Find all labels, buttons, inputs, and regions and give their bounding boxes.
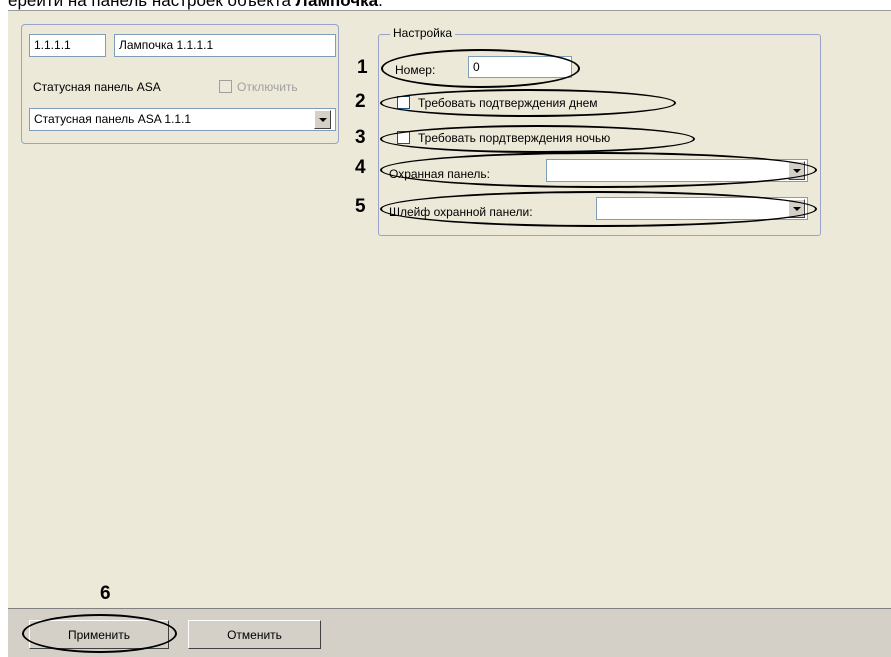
annotation-2: 2: [355, 91, 366, 112]
chevron-down-icon: [318, 117, 327, 122]
parent-panel-label: Статусная панель ASA: [33, 80, 161, 94]
parent-panel-select-value: Статусная панель ASA 1.1.1: [34, 112, 192, 126]
cancel-button[interactable]: Отменить: [188, 620, 321, 649]
disable-checkbox[interactable]: [219, 80, 232, 93]
number-input[interactable]: 0: [468, 56, 572, 78]
confirm-day-checkbox[interactable]: [397, 96, 410, 109]
annotation-5: 5: [355, 196, 366, 217]
security-panel-dropdown-button[interactable]: [788, 161, 805, 180]
loop-dropdown-button[interactable]: [788, 199, 805, 218]
annotation-1: 1: [357, 57, 368, 78]
disable-label: Отключить: [237, 80, 298, 94]
parent-panel-dropdown-button[interactable]: [314, 110, 331, 129]
caption-prefix: ерейти на панель настроек объекта: [8, 0, 296, 10]
object-name-field[interactable]: Лампочка 1.1.1.1: [114, 34, 336, 57]
annotation-3: 3: [355, 127, 366, 148]
confirm-night-label: Требовать пордтверждения ночью: [418, 131, 611, 145]
caption-suffix: .: [378, 0, 383, 10]
confirm-day-label: Требовать подтверждения днем: [418, 96, 598, 110]
security-panel-select[interactable]: [546, 159, 808, 182]
security-panel-label: Охранная панель:: [389, 167, 490, 181]
annotation-4: 4: [355, 157, 366, 178]
annotation-6: 6: [100, 583, 111, 604]
loop-label: Шлейф охранной панели:: [389, 205, 533, 219]
loop-select[interactable]: [596, 197, 808, 220]
apply-button[interactable]: Применить: [29, 620, 169, 649]
parent-panel-select[interactable]: Статусная панель ASA 1.1.1: [29, 108, 336, 131]
chevron-down-icon: [792, 168, 801, 173]
number-label: Номер:: [395, 63, 436, 77]
object-id-field[interactable]: 1.1.1.1: [29, 34, 106, 57]
confirm-night-checkbox[interactable]: [397, 131, 410, 144]
chevron-down-icon: [792, 206, 801, 211]
caption-object-name: Лампочка: [295, 0, 379, 10]
settings-group-title: Настройка: [390, 25, 456, 41]
